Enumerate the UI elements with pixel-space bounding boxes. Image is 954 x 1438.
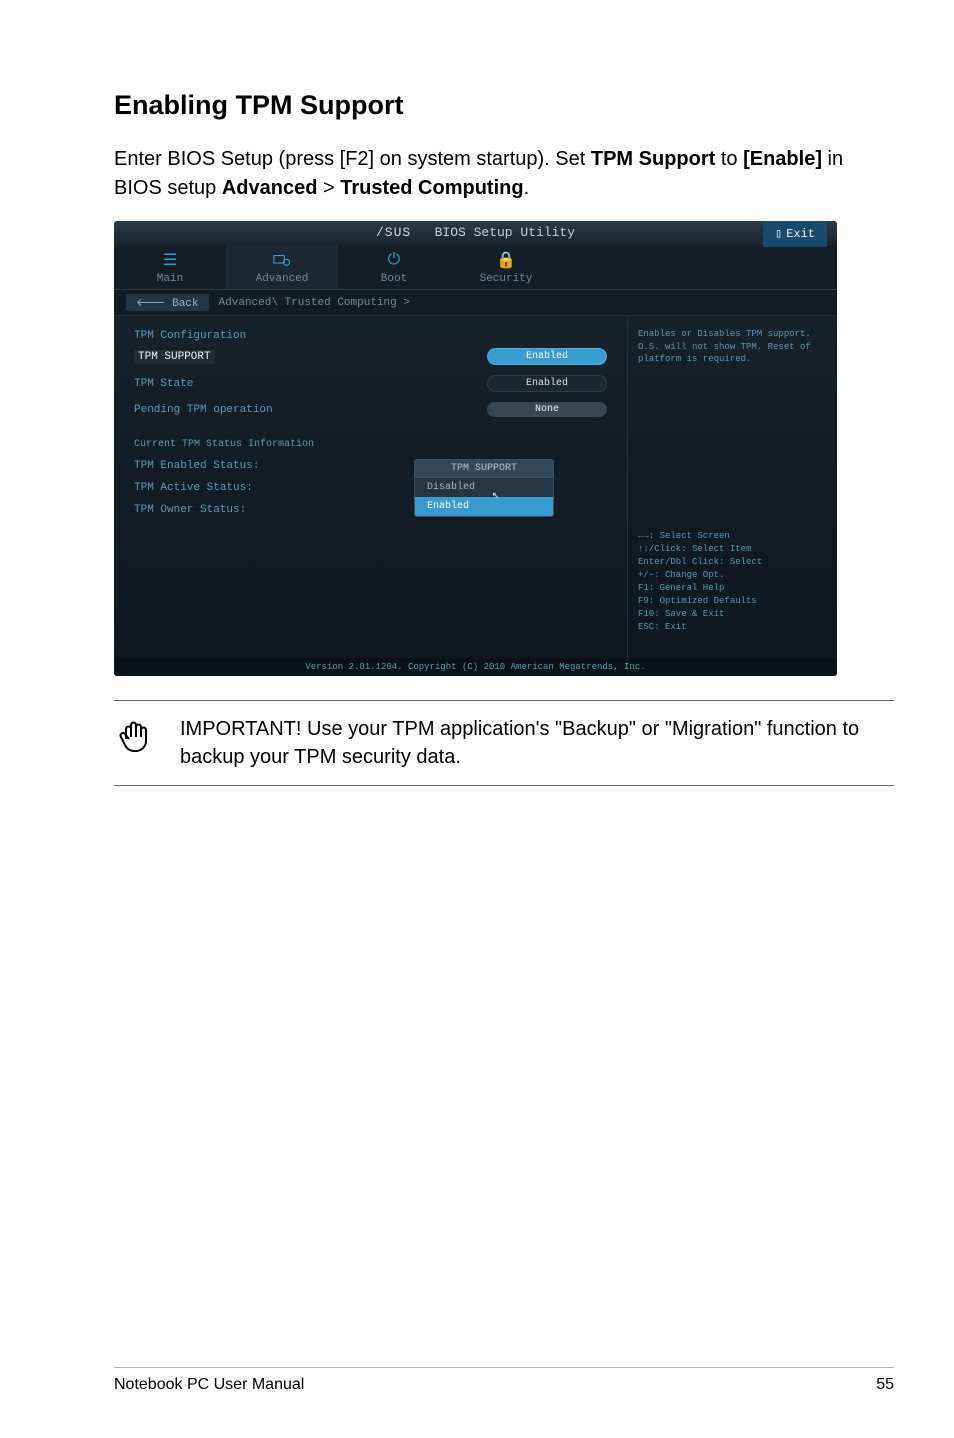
intro-bold-advanced: Advanced <box>222 177 318 199</box>
bios-screenshot: /SUS BIOS Setup Utility ▯ Exit ☰ Main Ad… <box>114 221 837 676</box>
tpm-support-label: TPM SUPPORT <box>134 350 215 364</box>
intro-text-2: to <box>715 148 743 170</box>
section-title: Enabling TPM Support <box>114 90 894 121</box>
bios-right-panel: Enables or Disables TPM support. O.S. wi… <box>627 316 837 676</box>
tab-advanced[interactable]: Advanced <box>226 245 338 289</box>
exit-label: Exit <box>786 222 815 246</box>
tab-boot-label: Boot <box>338 273 450 285</box>
pending-op-value[interactable]: None <box>487 402 607 417</box>
help-text: Enables or Disables TPM support. O.S. wi… <box>638 328 827 366</box>
exit-button[interactable]: ▯ Exit <box>763 221 827 247</box>
keyhelp-line-2: ↑↓/Click: Select Item <box>638 543 827 556</box>
power-icon: ⏻ <box>338 251 450 269</box>
bios-header: /SUS BIOS Setup Utility ▯ Exit <box>114 221 837 245</box>
keyhelp-line-1: ←→: Select Screen <box>638 530 827 543</box>
tpm-enabled-status-label: TPM Enabled Status: <box>134 460 259 472</box>
tpm-support-dropdown[interactable]: TPM SUPPORT Disabled Enabled <box>414 459 554 517</box>
bios-brand: /SUS <box>376 225 411 240</box>
back-button[interactable]: 🡐 Back <box>126 294 209 311</box>
bios-footer: Version 2.01.1204. Copyright (C) 2010 Am… <box>114 658 837 676</box>
keyhelp-line-6: F9: Optimized Defaults <box>638 595 827 608</box>
footer-left: Notebook PC User Manual <box>114 1376 304 1394</box>
list-icon: ☰ <box>114 251 226 269</box>
lock-icon: 🔒 <box>450 251 562 269</box>
keyhelp-line-4: +/-: Change Opt. <box>638 569 827 582</box>
intro-text-4: > <box>317 177 340 199</box>
row-pending-op[interactable]: Pending TPM operation None <box>134 402 607 417</box>
tab-main-label: Main <box>114 273 226 285</box>
intro-paragraph: Enter BIOS Setup (press [F2] on system s… <box>114 145 894 203</box>
cursor-icon: ↖ <box>492 487 499 502</box>
row-tpm-state[interactable]: TPM State Enabled <box>134 375 607 392</box>
tpm-active-status-label: TPM Active Status: <box>134 482 253 494</box>
gear-icon <box>226 251 338 269</box>
intro-bold-tpm-support: TPM Support <box>591 148 715 170</box>
intro-text-1: Enter BIOS Setup (press [F2] on system s… <box>114 148 591 170</box>
dropdown-option-disabled[interactable]: Disabled <box>415 478 553 497</box>
key-help: ←→: Select Screen ↑↓/Click: Select Item … <box>638 530 827 664</box>
intro-bold-trusted: Trusted Computing <box>340 177 523 199</box>
tab-security[interactable]: 🔒 Security <box>450 245 562 289</box>
tpm-support-value[interactable]: Enabled <box>487 348 607 365</box>
breadcrumb: 🡐 Back Advanced\ Trusted Computing > <box>114 290 837 316</box>
bios-tabs: ☰ Main Advanced ⏻ Boot 🔒 Security <box>114 245 837 290</box>
bios-header-title: BIOS Setup Utility <box>435 225 575 240</box>
page-footer: Notebook PC User Manual 55 <box>114 1367 894 1394</box>
keyhelp-line-5: F1: General Help <box>638 582 827 595</box>
tpm-state-label: TPM State <box>134 378 193 390</box>
tab-advanced-label: Advanced <box>226 273 338 285</box>
intro-bold-enable: [Enable] <box>743 148 822 170</box>
dropdown-title: TPM SUPPORT <box>415 460 553 478</box>
tpm-state-value[interactable]: Enabled <box>487 375 607 392</box>
status-info-header: Current TPM Status Information <box>134 439 607 450</box>
tpm-owner-status-label: TPM Owner Status: <box>134 504 246 516</box>
intro-text-5: . <box>524 177 530 199</box>
pending-op-label: Pending TPM operation <box>134 404 273 416</box>
keyhelp-line-8: ESC: Exit <box>638 621 827 634</box>
tab-main[interactable]: ☰ Main <box>114 245 226 289</box>
row-tpm-support[interactable]: TPM SUPPORT Enabled <box>134 348 607 365</box>
breadcrumb-path: Advanced\ Trusted Computing > <box>219 297 410 309</box>
back-label: Back <box>172 298 198 310</box>
important-note: IMPORTANT! Use your TPM application's "B… <box>114 700 894 786</box>
back-arrow-icon: 🡐 <box>136 298 172 310</box>
tab-boot[interactable]: ⏻ Boot <box>338 245 450 289</box>
dropdown-option-enabled[interactable]: Enabled <box>415 497 553 516</box>
config-header: TPM Configuration <box>134 330 607 342</box>
bios-left-panel: TPM Configuration TPM SUPPORT Enabled TP… <box>114 316 627 676</box>
keyhelp-line-7: F10: Save & Exit <box>638 608 827 621</box>
hand-stop-icon <box>114 715 158 759</box>
note-text: IMPORTANT! Use your TPM application's "B… <box>180 715 894 771</box>
exit-icon: ▯ <box>775 222 782 246</box>
footer-page-number: 55 <box>876 1376 894 1394</box>
keyhelp-line-3: Enter/Dbl Click: Select <box>638 556 827 569</box>
tab-security-label: Security <box>450 273 562 285</box>
